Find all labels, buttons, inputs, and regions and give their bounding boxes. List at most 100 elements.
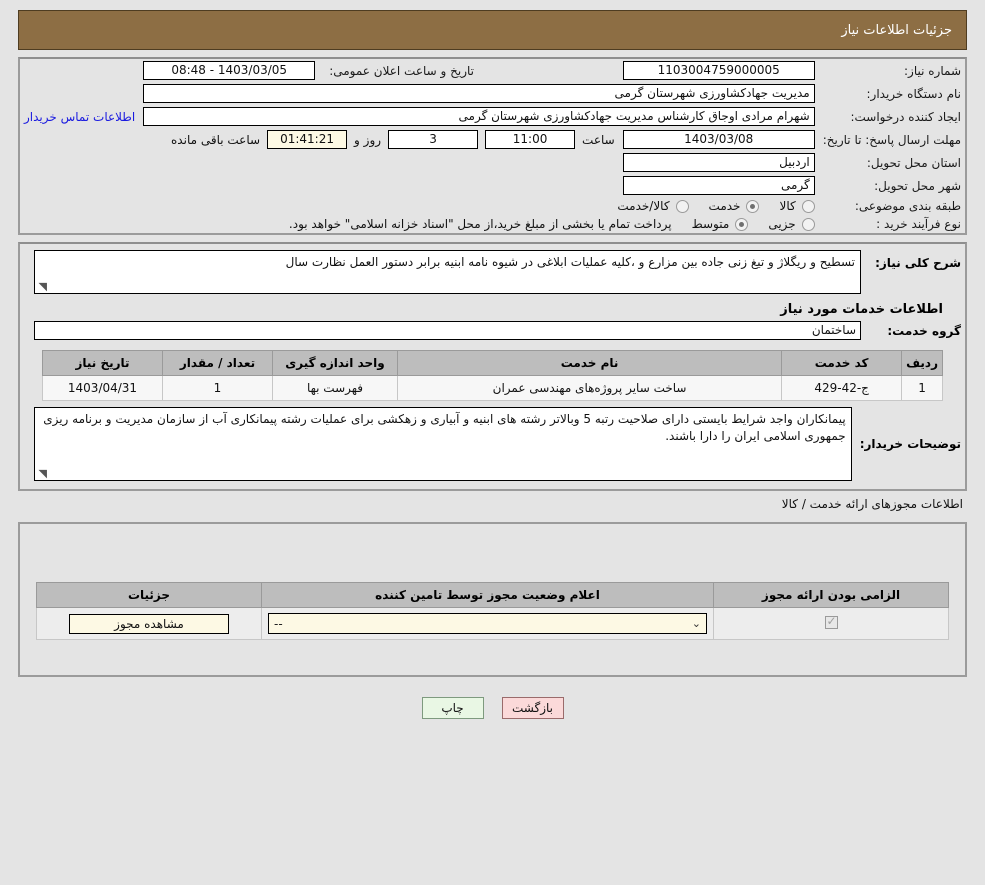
row-description: شرح کلی نیاز: تسطیح و ریگلاژ و تیغ زنی ج… xyxy=(20,248,965,296)
row-deadline: مهلت ارسال پاسخ: تا تاریخ: 1403/03/08 سا… xyxy=(20,128,965,151)
footer-actions: بازگشت چاپ xyxy=(0,697,985,719)
permit-status-select[interactable]: ⌄ -- xyxy=(268,613,707,634)
cell-permit-details: مشاهده مجوز xyxy=(37,608,262,640)
permit-status-value: -- xyxy=(274,617,283,631)
radio-classification-2[interactable] xyxy=(676,200,689,213)
deadline-date-value: 1403/03/08 xyxy=(623,130,815,149)
col-quantity: تعداد / مقدار xyxy=(163,351,273,376)
province-label: استان محل تحویل: xyxy=(819,151,965,174)
cell-service-code: ج-42-429 xyxy=(782,376,902,401)
print-button[interactable]: چاپ xyxy=(422,697,484,719)
need-number-label: شماره نیاز: xyxy=(819,59,965,82)
days-remaining-value: 3 xyxy=(388,130,478,149)
buyer-org-value: مدیریت جهادکشاورزی شهرستان گرمی xyxy=(143,84,815,103)
buyer-contact-link[interactable]: اطلاعات تماس خریدار xyxy=(24,110,135,124)
row-buyer-notes: توضیحات خریدار: پیمانکاران واجد شرایط با… xyxy=(20,405,965,483)
need-summary-form: شماره نیاز: 1103004759000005 تاریخ و ساع… xyxy=(20,59,965,233)
buyer-org-label: نام دستگاه خریدار: xyxy=(819,82,965,105)
description-textarea[interactable]: تسطیح و ریگلاژ و تیغ زنی جاده بین مزارع … xyxy=(34,250,861,294)
view-permit-button[interactable]: مشاهده مجوز xyxy=(69,614,229,634)
hour-label: ساعت xyxy=(582,133,615,147)
description-value: تسطیح و ریگلاژ و تیغ زنی جاده بین مزارع … xyxy=(286,255,855,269)
radio-classification-label-0: کالا xyxy=(779,199,795,213)
city-value: گرمی xyxy=(623,176,815,195)
process-type-radio-group: جزیی متوسط پرداخت تمام یا بخشی از مبلغ خ… xyxy=(24,217,815,231)
chevron-down-icon: ⌄ xyxy=(692,617,701,630)
requester-label: ایجاد کننده درخواست: xyxy=(819,105,965,128)
days-remaining-label: روز و xyxy=(354,133,381,147)
city-label: شهر محل تحویل: xyxy=(819,174,965,197)
row-buyer-org: نام دستگاه خریدار: مدیریت جهادکشاورزی شه… xyxy=(20,82,965,105)
radio-process-label-1: متوسط xyxy=(692,217,730,231)
service-group-label: گروه خدمت: xyxy=(865,319,965,342)
page-header: جزئیات اطلاعات نیاز xyxy=(18,10,967,50)
countdown-value: 01:41:21 xyxy=(267,130,347,149)
row-need-number: شماره نیاز: 1103004759000005 تاریخ و ساع… xyxy=(20,59,965,82)
process-type-label: نوع فرآیند خرید : xyxy=(819,215,965,233)
radio-classification-label-2: کالا/خدمت xyxy=(617,199,669,213)
radio-process-1[interactable] xyxy=(735,218,748,231)
cell-permit-required xyxy=(714,608,949,640)
service-group-value: ساختمان xyxy=(34,321,861,340)
buyer-notes-textarea[interactable]: پیمانکاران واجد شرایط بایستی دارای صلاحی… xyxy=(34,407,852,481)
permits-panel: الزامی بودن ارائه مجوز اعلام وضعیت مجوز … xyxy=(18,522,967,677)
public-announcement-label: تاریخ و ساعت اعلان عمومی: xyxy=(319,59,619,82)
description-label: شرح کلی نیاز: xyxy=(865,248,965,296)
payment-note: پرداخت تمام یا بخشی از مبلغ خرید،از محل … xyxy=(289,217,672,231)
page-title: جزئیات اطلاعات نیاز xyxy=(841,23,952,38)
row-service-group: گروه خدمت: ساختمان xyxy=(20,319,965,342)
cell-permit-status: ⌄ -- xyxy=(262,608,714,640)
permits-table: الزامی بودن ارائه مجوز اعلام وضعیت مجوز … xyxy=(36,582,949,640)
countdown-label: ساعت باقی مانده xyxy=(171,133,260,147)
col-permit-status: اعلام وضعیت مجوز توسط تامین کننده xyxy=(262,583,714,608)
cell-row-no: 1 xyxy=(902,376,943,401)
permit-required-checkbox[interactable] xyxy=(825,616,838,629)
requester-value: شهرام مرادی اوجاق کارشناس مدیریت جهادکشا… xyxy=(143,107,815,126)
radio-classification-label-1: خدمت xyxy=(709,199,741,213)
need-details-panel: شرح کلی نیاز: تسطیح و ریگلاژ و تیغ زنی ج… xyxy=(18,242,967,491)
buyer-notes-value: پیمانکاران واجد شرایط بایستی دارای صلاحی… xyxy=(43,412,846,443)
service-group-form: گروه خدمت: ساختمان xyxy=(20,319,965,342)
permits-section-title: اطلاعات مجوزهای ارائه خدمت / کالا xyxy=(0,491,985,515)
col-unit: واحد اندازه گیری xyxy=(273,351,398,376)
resize-grip-icon: ◥ xyxy=(37,282,47,292)
col-service-name: نام خدمت xyxy=(398,351,782,376)
permits-table-header-row: الزامی بودن ارائه مجوز اعلام وضعیت مجوز … xyxy=(37,583,949,608)
row-process-type: نوع فرآیند خرید : جزیی متوسط پرداخت تمام… xyxy=(20,215,965,233)
services-table: ردیف کد خدمت نام خدمت واحد اندازه گیری ت… xyxy=(42,350,943,401)
services-table-header-row: ردیف کد خدمت نام خدمت واحد اندازه گیری ت… xyxy=(43,351,943,376)
row-province: استان محل تحویل: اردبیل xyxy=(20,151,965,174)
col-service-code: کد خدمت xyxy=(782,351,902,376)
col-row-no: ردیف xyxy=(902,351,943,376)
cell-service-name: ساخت سایر پروژه‌های مهندسی عمران xyxy=(398,376,782,401)
cell-need-date: 1403/04/31 xyxy=(43,376,163,401)
cell-unit: فهرست بها xyxy=(273,376,398,401)
description-form: شرح کلی نیاز: تسطیح و ریگلاژ و تیغ زنی ج… xyxy=(20,248,965,296)
public-announcement-value: 1403/03/05 - 08:48 xyxy=(143,61,315,80)
need-number-value: 1103004759000005 xyxy=(623,61,815,80)
col-permit-required: الزامی بودن ارائه مجوز xyxy=(714,583,949,608)
services-section-title: اطلاعات خدمات مورد نیاز xyxy=(20,296,965,319)
radio-classification-1[interactable] xyxy=(746,200,759,213)
radio-classification-0[interactable] xyxy=(802,200,815,213)
col-need-date: تاریخ نیاز xyxy=(43,351,163,376)
buyer-notes-form: توضیحات خریدار: پیمانکاران واجد شرایط با… xyxy=(20,405,965,483)
table-row: ⌄ -- مشاهده مجوز xyxy=(37,608,949,640)
buyer-notes-label: توضیحات خریدار: xyxy=(856,405,965,483)
province-value: اردبیل xyxy=(623,153,815,172)
cell-quantity: 1 xyxy=(163,376,273,401)
need-summary-panel: شماره نیاز: 1103004759000005 تاریخ و ساع… xyxy=(18,57,967,235)
row-city: شهر محل تحویل: گرمی xyxy=(20,174,965,197)
back-button[interactable]: بازگشت xyxy=(502,697,564,719)
radio-process-0[interactable] xyxy=(802,218,815,231)
radio-process-label-0: جزیی xyxy=(768,217,795,231)
classification-label: طبقه بندی موضوعی: xyxy=(819,197,965,215)
classification-radio-group: کالا خدمت کالا/خدمت xyxy=(24,199,815,213)
deadline-label: مهلت ارسال پاسخ: تا تاریخ: xyxy=(819,128,965,151)
row-classification: طبقه بندی موضوعی: کالا خدمت کالا/خدمت xyxy=(20,197,965,215)
col-permit-details: جزئیات xyxy=(37,583,262,608)
table-row: 1 ج-42-429 ساخت سایر پروژه‌های مهندسی عم… xyxy=(43,376,943,401)
deadline-time-value: 11:00 xyxy=(485,130,575,149)
row-requester: ایجاد کننده درخواست: شهرام مرادی اوجاق ک… xyxy=(20,105,965,128)
resize-grip-icon: ◥ xyxy=(37,469,47,479)
